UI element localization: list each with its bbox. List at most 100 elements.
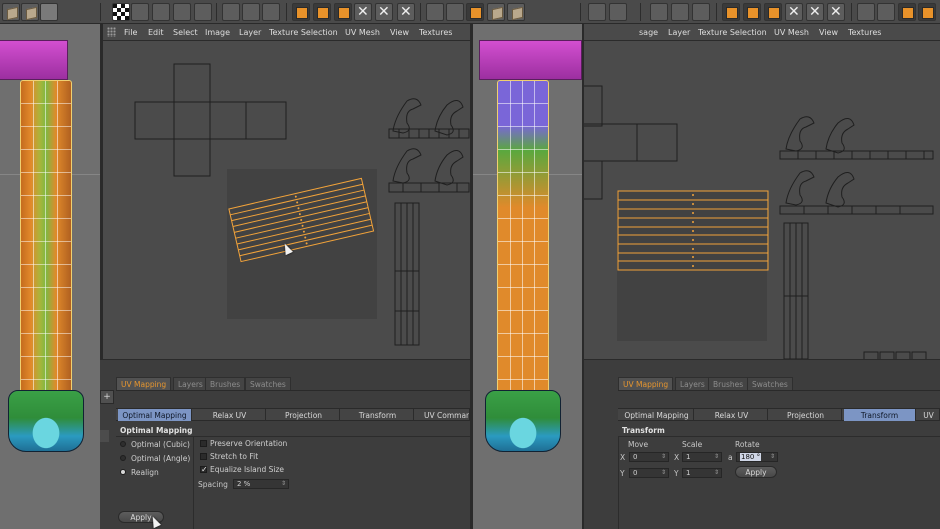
menu-view[interactable]: View [390,28,409,37]
polygons-mode-icon[interactable] [764,3,782,21]
gear-icon[interactable] [40,3,58,21]
mirror-v-icon[interactable] [375,3,393,21]
radio-optimal-angle[interactable] [120,455,126,461]
cube-icon[interactable] [487,3,505,21]
uv-scale-icon[interactable] [222,3,240,21]
brush-icon[interactable] [152,3,170,21]
menu-layer[interactable]: Layer [239,28,261,37]
menu-image[interactable]: sage [639,28,658,37]
flip-icon[interactable] [397,3,415,21]
tab-uv-mapping[interactable]: UV Mapping [618,377,674,390]
tab-layers[interactable]: Layers [675,377,710,390]
render-settings-icon[interactable] [918,3,936,21]
menu-file[interactable]: File [124,28,137,37]
points-mode-icon[interactable] [292,3,310,21]
uv-transform-icon[interactable] [692,3,710,21]
viewport-3d-right[interactable] [473,24,582,529]
mirror-v-icon[interactable] [806,3,824,21]
cube-icon[interactable] [2,3,20,21]
checkbox-equalize-island-size[interactable]: ✓ [200,466,208,474]
uv-rotate-icon[interactable] [671,3,689,21]
menu-textures[interactable]: Textures [848,28,881,37]
uv-move-icon[interactable] [609,3,627,21]
menu-edit[interactable]: Edit [148,28,164,37]
uv-editor-canvas-right[interactable] [584,41,940,359]
scale-y-field[interactable]: 1 ⇕ [682,468,722,478]
scale-x-field[interactable]: 1 ⇕ [682,452,722,462]
label-spacing: Spacing [198,480,228,489]
spacing-field[interactable]: 2 % ⇕ [233,479,289,489]
subtab-transform[interactable]: Transform [342,409,414,421]
uv-select-icon[interactable] [588,3,606,21]
mirror-u-icon[interactable] [354,3,372,21]
cube-icon[interactable] [21,3,39,21]
move-y-field[interactable]: 0 ⇕ [629,468,669,478]
uv-scale-icon[interactable] [650,3,668,21]
subtab-optimal-mapping[interactable]: Optimal Mapping [620,409,694,421]
menu-uv-mesh[interactable]: UV Mesh [345,28,380,37]
tab-swatches[interactable]: Swatches [747,377,793,390]
points-mode-icon[interactable] [722,3,740,21]
radio-optimal-cubic[interactable] [120,441,126,447]
tab-brushes[interactable]: Brushes [708,377,749,390]
edges-mode-icon[interactable] [743,3,761,21]
subtab-relax-uv[interactable]: Relax UV [194,409,266,421]
checkerboard-icon[interactable] [112,3,130,21]
move-x-field[interactable]: 0 ⇕ [629,452,669,462]
checkbox-stretch-to-fit[interactable] [200,453,207,460]
panel-toggle-icon[interactable]: + [100,390,114,404]
layer-icon[interactable] [426,3,444,21]
spinner-icon[interactable]: ⇕ [661,469,666,477]
menu-select[interactable]: Select [173,28,198,37]
spinner-icon[interactable]: ⇕ [661,453,666,461]
menu-view[interactable]: View [819,28,838,37]
menu-bar-right: sage Layer Texture Selection UV Mesh Vie… [584,24,940,41]
subtab-optimal-mapping[interactable]: Optimal Mapping [118,409,192,421]
tab-uv-mapping[interactable]: UV Mapping [116,377,172,390]
snap-icon[interactable] [446,3,464,21]
snap-icon[interactable] [877,3,895,21]
grid-icon[interactable] [131,3,149,21]
subtab-relax-uv[interactable]: Relax UV [696,409,768,421]
menu-texture-selection[interactable]: Texture Selection [269,28,338,37]
subtab-transform[interactable]: Transform [844,409,916,421]
polygons-mode-icon[interactable] [334,3,352,21]
spinner-icon[interactable]: ⇕ [281,480,286,488]
radio-realign[interactable] [120,469,126,475]
render-icon[interactable] [898,3,916,21]
spinner-icon[interactable]: ⇕ [714,469,719,477]
render-icon[interactable] [466,3,484,21]
spinner-icon[interactable]: ⇕ [714,453,719,461]
viewport-3d-left[interactable] [0,24,100,529]
rotate-field[interactable]: 180 ° ⇕ [736,452,778,462]
uv-select-icon[interactable] [173,3,191,21]
subtab-projection[interactable]: Projection [268,409,340,421]
layer-icon[interactable] [857,3,875,21]
cube-icon[interactable] [507,3,525,21]
mirror-u-icon[interactable] [785,3,803,21]
section-title: Transform [622,426,665,435]
panel-side-handle[interactable] [100,430,109,442]
uv-transform-icon[interactable] [262,3,280,21]
pillar-base [8,390,84,452]
menu-textures[interactable]: Textures [419,28,452,37]
subtab-uv-commands[interactable]: UV Commands [416,409,470,421]
uv-rotate-icon[interactable] [242,3,260,21]
subtab-uv[interactable]: UV [918,409,940,421]
tab-swatches[interactable]: Swatches [245,377,291,390]
menu-uv-mesh[interactable]: UV Mesh [774,28,809,37]
flip-icon[interactable] [827,3,845,21]
tab-layers[interactable]: Layers [173,377,208,390]
subtab-projection[interactable]: Projection [770,409,842,421]
apply-button-right[interactable]: Apply [735,466,777,478]
uv-editor-canvas-left[interactable] [103,41,470,359]
menu-image[interactable]: Image [205,28,230,37]
pillar-mesh [20,80,72,398]
uv-move-icon[interactable] [194,3,212,21]
menu-texture-selection[interactable]: Texture Selection [698,28,767,37]
menu-layer[interactable]: Layer [668,28,690,37]
tab-brushes[interactable]: Brushes [205,377,246,390]
spinner-icon[interactable]: ⇕ [770,453,775,461]
edges-mode-icon[interactable] [313,3,331,21]
checkbox-preserve-orientation[interactable] [200,440,207,447]
